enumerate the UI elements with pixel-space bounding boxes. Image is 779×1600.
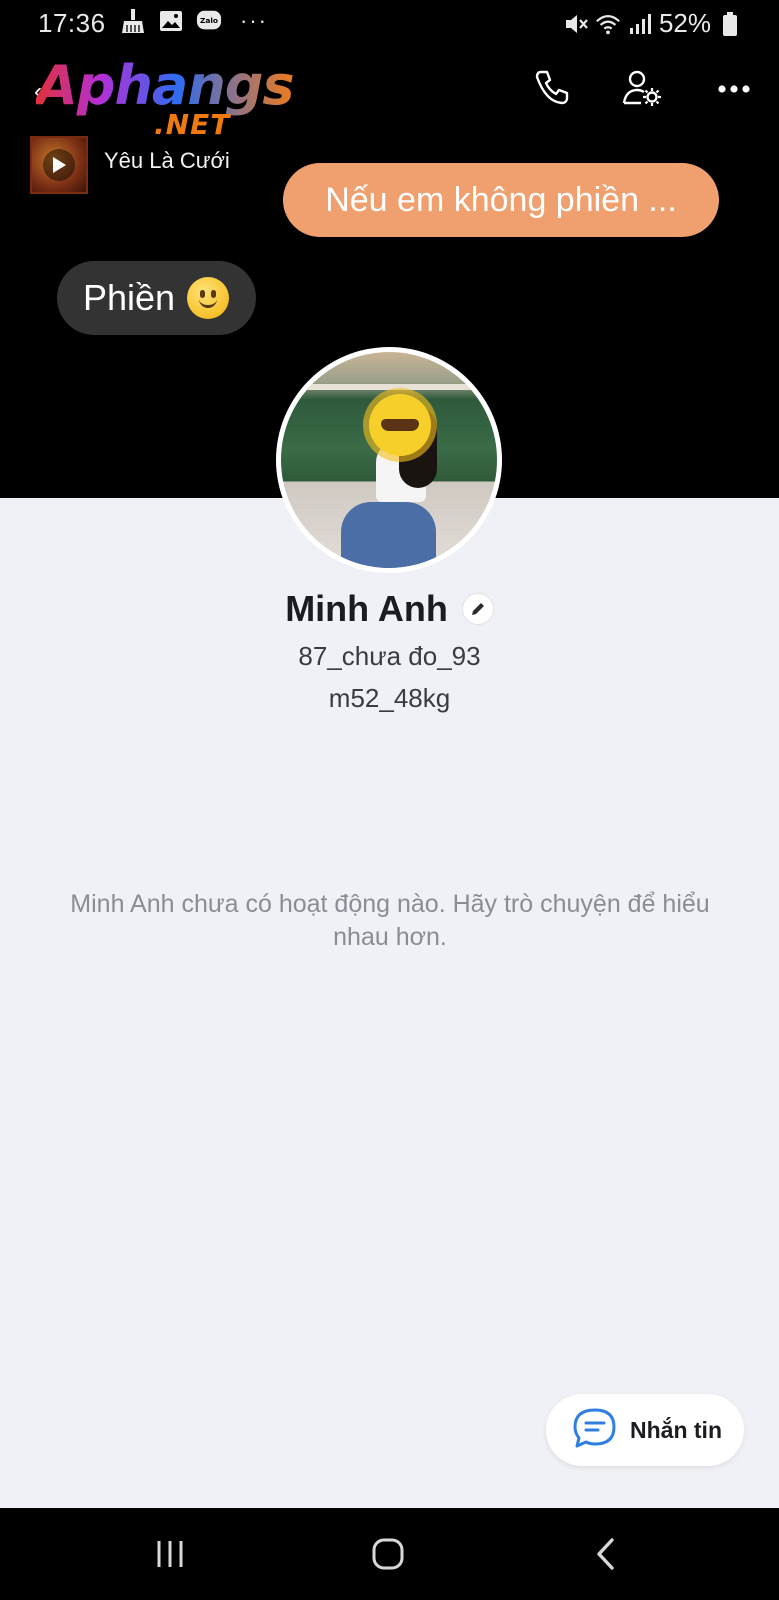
profile-bio-line-2: m52_48kg — [328, 683, 451, 713]
recent-apps-button[interactable] — [148, 1532, 192, 1576]
status-system-icons: 52% — [563, 8, 743, 39]
back-arrow-icon — [597, 1538, 614, 1570]
empty-activity-message: Minh Anh chưa có hoạt động nào. Hãy trò … — [70, 890, 710, 951]
send-message-button[interactable]: Nhắn tin — [546, 1394, 744, 1466]
status-more: ··· — [240, 8, 268, 33]
more-icon — [717, 81, 751, 99]
profile-name: Minh Anh — [285, 588, 448, 629]
music-album-art — [30, 136, 88, 194]
watermark-logo: Aphangs .NET — [36, 54, 295, 144]
send-message-label: Nhắn tin — [630, 1416, 722, 1443]
phone-icon — [532, 68, 572, 113]
avatar-photo — [281, 352, 497, 568]
profile-bio-line-1: 87_chưa đo_93 — [298, 641, 481, 671]
zalo-icon: Zalo — [196, 8, 222, 34]
image-icon — [158, 8, 184, 34]
cover-bubble-left: Phiền — [57, 261, 256, 335]
profile-name-row: Minh Anh — [0, 588, 779, 630]
cover-bubble-left-text: Phiền — [83, 277, 176, 318]
user-settings-icon — [621, 68, 663, 113]
more-options-button[interactable] — [712, 68, 756, 112]
edit-name-button[interactable] — [461, 593, 494, 625]
mute-icon — [563, 11, 589, 37]
home-button[interactable] — [366, 1532, 410, 1576]
signal-icon — [627, 11, 653, 37]
home-icon — [372, 1538, 404, 1570]
cover-bubble-right: Nếu em không phiền ... — [283, 163, 719, 237]
play-icon[interactable] — [43, 149, 75, 181]
battery-percent: 52% — [658, 8, 711, 38]
recent-apps-icon — [157, 1541, 183, 1567]
profile-screen: 17:36 Zalo ··· 52% Aphangs .NET Yêu Là C… — [0, 0, 779, 1600]
music-title: Yêu Là Cưới — [104, 148, 230, 173]
wifi-icon — [595, 11, 621, 37]
system-navigation-bar — [0, 1508, 779, 1600]
profile-avatar[interactable] — [276, 347, 502, 573]
status-bar: 17:36 Zalo ··· 52% — [0, 0, 779, 46]
profile-music[interactable]: Yêu Là Cưới — [30, 136, 230, 194]
status-notification-icons: Zalo ··· — [120, 8, 268, 34]
pencil-icon — [471, 603, 484, 615]
broom-icon — [120, 8, 146, 34]
chat-bubble-icon — [572, 1407, 618, 1454]
battery-icon — [717, 11, 743, 37]
smile-emoji-icon — [187, 277, 230, 319]
call-button[interactable] — [530, 68, 574, 112]
profile-settings-button[interactable] — [620, 68, 664, 112]
svg-text:Zalo: Zalo — [200, 16, 218, 25]
back-button[interactable] — [584, 1532, 628, 1576]
status-time: 17:36 — [38, 8, 106, 38]
